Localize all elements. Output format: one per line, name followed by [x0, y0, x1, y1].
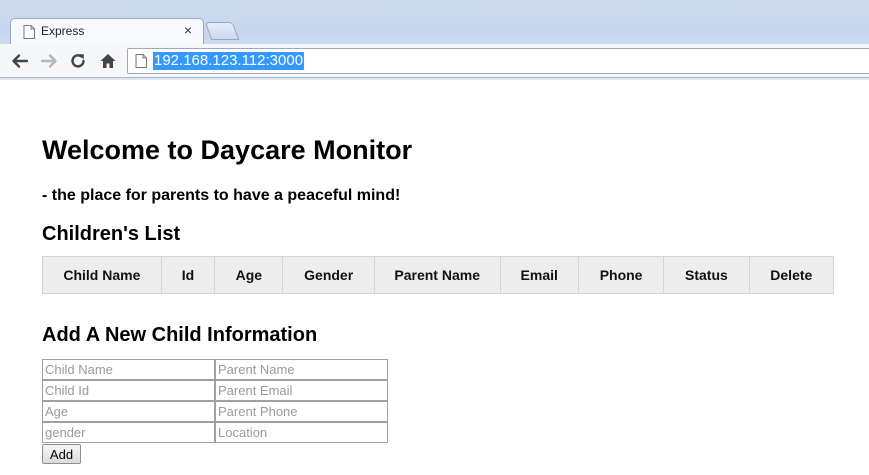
page-content: Welcome to Daycare Monitor - the place f… — [0, 80, 869, 475]
parent-phone-input[interactable] — [215, 401, 388, 422]
parent-name-input[interactable] — [215, 359, 388, 380]
add-button[interactable]: Add — [42, 444, 81, 464]
new-tab-button[interactable] — [204, 22, 240, 40]
page-tagline: - the place for parents to have a peacef… — [42, 187, 401, 204]
reload-icon[interactable] — [68, 51, 88, 71]
home-icon[interactable] — [98, 51, 118, 71]
tab-express[interactable]: Express × — [10, 18, 204, 44]
column-header-id: Id — [160, 256, 216, 294]
children-table: Child Name Id Age Gender Parent Name Ema… — [42, 256, 835, 294]
add-child-heading: Add A New Child Information — [42, 324, 318, 346]
child-id-input[interactable] — [42, 380, 215, 401]
address-url[interactable]: 192.168.123.112:3000 — [153, 52, 305, 70]
address-bar[interactable]: 192.168.123.112:3000 — [127, 48, 869, 74]
location-input[interactable] — [215, 422, 388, 443]
column-header-parent-name: Parent Name — [373, 256, 501, 294]
browser-toolbar: 192.168.123.112:3000 — [0, 44, 869, 78]
window-titlebar — [20, 0, 280, 14]
column-header-delete: Delete — [748, 256, 835, 294]
browser-chrome: Express × 192.168.123.112:3000 — [0, 0, 869, 80]
close-icon[interactable]: × — [181, 22, 195, 38]
column-header-phone: Phone — [577, 256, 665, 294]
column-header-age: Age — [214, 256, 284, 294]
table-header-row: Child Name Id Age Gender Parent Name Ema… — [42, 256, 835, 294]
children-list-heading: Children's List — [42, 223, 181, 245]
column-header-email: Email — [499, 256, 579, 294]
page-title: Welcome to Daycare Monitor — [42, 135, 413, 165]
document-icon — [23, 25, 35, 39]
gender-input[interactable] — [42, 422, 215, 443]
back-arrow-icon[interactable] — [10, 51, 30, 71]
child-name-input[interactable] — [42, 359, 215, 380]
column-header-status: Status — [663, 256, 750, 294]
forward-arrow-icon[interactable] — [39, 51, 59, 71]
age-input[interactable] — [42, 401, 215, 422]
document-icon — [135, 54, 147, 68]
column-header-gender: Gender — [282, 256, 375, 294]
tab-title: Express — [41, 24, 85, 38]
column-header-child-name: Child Name — [42, 256, 162, 294]
parent-email-input[interactable] — [215, 380, 388, 401]
